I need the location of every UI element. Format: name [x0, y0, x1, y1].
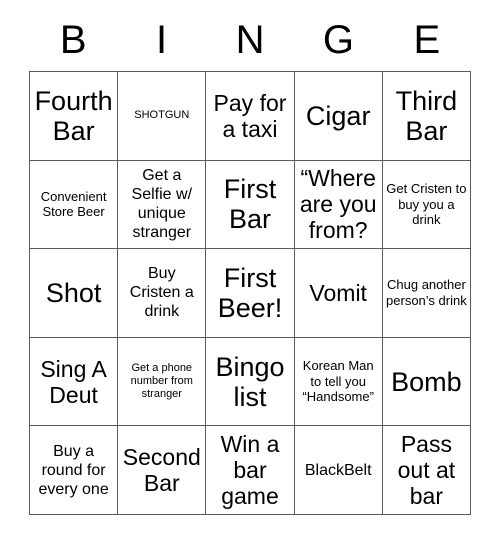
header-letter-b: B [59, 18, 87, 62]
bingo-cell-r5c1[interactable]: Buy a round for every one [30, 426, 119, 515]
bingo-cell-label: Second Bar [122, 444, 201, 497]
bingo-cell-r2c2[interactable]: Get a Selfie w/ unique stranger [118, 160, 207, 250]
bingo-cell-label: Vomit [309, 279, 367, 306]
bingo-cell-r3c3[interactable]: First Beer! [206, 249, 295, 338]
bingo-cell-label: Convenient Store Beer [40, 188, 107, 220]
bingo-cell-label: Pay for a taxi [213, 89, 287, 142]
bingo-cell-label: Fourth Bar [34, 85, 113, 146]
bingo-cell-label: “Where are you from? [299, 165, 377, 244]
bingo-card: B I N G E Fourth Bar SHOTGUN Pay for a tax… [0, 0, 500, 544]
bingo-cell-r2c5[interactable]: Get Cristen to buy you a drink [382, 160, 471, 250]
bingo-cell-label: Third Bar [395, 85, 458, 146]
header-letter-i: I [156, 18, 168, 62]
bingo-cell-r3c4[interactable]: Vomit [294, 249, 383, 338]
bingo-cell-label: First Beer! [217, 262, 283, 323]
bingo-cell-label: Get Cristen to buy you a drink [386, 181, 467, 228]
bingo-cell-label: SHOTGUN [134, 109, 190, 122]
bingo-cell-label: Bomb [391, 366, 462, 397]
bingo-header: B I N G E [29, 14, 471, 66]
bingo-cell-label: Buy Cristen a drink [129, 265, 194, 321]
bingo-cell-label: Pass out at bar [397, 431, 456, 510]
bingo-cell-r3c1[interactable]: Shot [30, 249, 119, 338]
bingo-cell-label: Get a phone number from stranger [130, 362, 193, 401]
bingo-cell-r4c3[interactable]: Bingo list [206, 337, 295, 427]
bingo-cell-label: First Bar [223, 174, 277, 235]
bingo-cell-r1c2[interactable]: SHOTGUN [118, 72, 207, 161]
bingo-cell-r4c5[interactable]: Bomb [382, 337, 471, 427]
header-letter-n: N [235, 18, 265, 62]
bingo-cell-label: Get a Selfie w/ unique stranger [131, 167, 193, 242]
bingo-cell-label: Shot [45, 277, 102, 308]
bingo-grid: Fourth Bar SHOTGUN Pay for a taxi Cigar Thir… [29, 71, 471, 515]
bingo-cell-r2c3[interactable]: First Bar [206, 160, 295, 250]
bingo-cell-r1c3[interactable]: Pay for a taxi [206, 72, 295, 161]
bingo-cell-r1c5[interactable]: Third Bar [382, 72, 471, 161]
bingo-cell-label: Sing A Deut [40, 355, 107, 408]
bingo-cell-label: BlackBelt [304, 461, 372, 479]
bingo-cell-r5c5[interactable]: Pass out at bar [382, 426, 471, 515]
bingo-cell-r5c3[interactable]: Win a bar game [206, 426, 295, 515]
header-letter-e: E [413, 18, 441, 62]
bingo-cell-label: Cigar [305, 100, 371, 131]
bingo-cell-r2c1[interactable]: Convenient Store Beer [30, 160, 119, 250]
bingo-cell-r4c4[interactable]: Korean Man to tell you “Handsome” [294, 337, 383, 427]
header-letter-g: G [322, 18, 354, 62]
bingo-cell-r4c2[interactable]: Get a phone number from stranger [118, 337, 207, 427]
bingo-cell-r5c2[interactable]: Second Bar [118, 426, 207, 515]
bingo-cell-r1c1[interactable]: Fourth Bar [30, 72, 119, 161]
bingo-cell-label: Chug another person’s drink [386, 277, 467, 308]
bingo-cell-r3c5[interactable]: Chug another person’s drink [382, 249, 471, 338]
bingo-cell-r1c4[interactable]: Cigar [294, 72, 383, 161]
bingo-cell-label: Korean Man to tell you “Handsome” [302, 358, 374, 405]
bingo-cell-r4c1[interactable]: Sing A Deut [30, 337, 119, 427]
bingo-cell-label: Bingo list [215, 351, 285, 412]
bingo-cell-r2c4[interactable]: “Where are you from? [294, 160, 383, 250]
bingo-cell-label: Win a bar game [220, 431, 280, 510]
bingo-cell-r3c2[interactable]: Buy Cristen a drink [118, 249, 207, 338]
bingo-cell-r5c4[interactable]: BlackBelt [294, 426, 383, 515]
bingo-cell-label: Buy a round for every one [38, 442, 109, 498]
